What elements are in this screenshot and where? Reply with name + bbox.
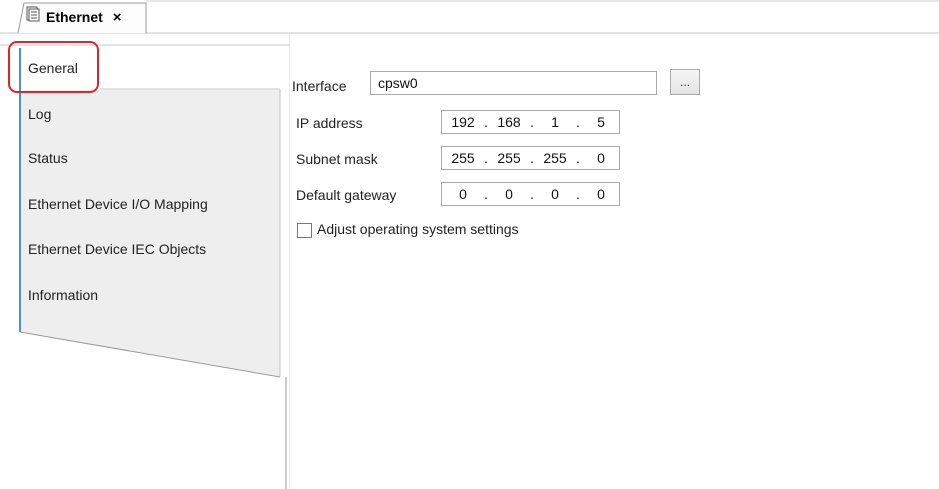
ip-address-field[interactable]: 192. 168. 1. 5 — [441, 110, 620, 134]
tab-iec-objects-label: Ethernet Device IEC Objects — [28, 241, 207, 257]
tab-information-label: Information — [28, 287, 99, 303]
interface-value: cpsw0 — [378, 75, 418, 91]
adjust-os-settings-checkbox[interactable] — [297, 223, 312, 238]
subnet-octet-2: 255 — [497, 150, 521, 166]
subnet-octet-4: 0 — [597, 150, 605, 166]
ip-dot: . — [530, 114, 534, 130]
settings-tab-list: General Log Status Ethernet Device I/O M… — [0, 34, 290, 489]
tab-status[interactable]: Status — [20, 138, 280, 178]
subnet-dot: . — [530, 150, 534, 166]
gateway-octet-1: 0 — [459, 186, 467, 202]
gateway-dot: . — [530, 186, 534, 202]
subnet-mask-field[interactable]: 255. 255. 255. 0 — [441, 146, 620, 170]
ip-address-label: IP address — [296, 115, 363, 131]
tab-information[interactable]: Information — [20, 275, 280, 315]
gateway-octet-2: 0 — [505, 186, 513, 202]
default-gateway-field[interactable]: 0. 0. 0. 0 — [441, 182, 620, 206]
browse-label: ... — [679, 75, 690, 89]
gateway-dot: . — [484, 186, 488, 202]
document-tab-strip: Ethernet × — [0, 0, 939, 34]
tab-io-mapping-label: Ethernet Device I/O Mapping — [28, 196, 208, 212]
gateway-dot: . — [576, 186, 580, 202]
gateway-octet-4: 0 — [597, 186, 605, 202]
tab-log-label: Log — [28, 106, 52, 122]
ip-octet-4: 5 — [597, 114, 605, 130]
close-icon[interactable]: × — [113, 10, 122, 25]
adjust-os-settings-label[interactable]: Adjust operating system settings — [317, 221, 519, 237]
interface-label: Interface — [292, 78, 347, 94]
interface-field[interactable]: cpsw0 — [370, 71, 657, 95]
browse-button[interactable]: ... — [670, 69, 700, 95]
tab-iec-objects[interactable]: Ethernet Device IEC Objects — [20, 229, 280, 269]
default-gateway-label: Default gateway — [296, 187, 397, 203]
ip-octet-2: 168 — [497, 114, 521, 130]
document-icon — [26, 6, 40, 25]
subnet-dot: . — [576, 150, 580, 166]
tab-ethernet[interactable]: Ethernet × — [26, 6, 122, 28]
subnet-dot: . — [484, 150, 488, 166]
tab-log[interactable]: Log — [20, 94, 280, 134]
ip-dot: . — [576, 114, 580, 130]
tab-io-mapping[interactable]: Ethernet Device I/O Mapping — [20, 184, 280, 224]
tab-title: Ethernet — [46, 9, 103, 25]
ip-dot: . — [484, 114, 488, 130]
ip-octet-1: 192 — [451, 114, 475, 130]
gateway-octet-3: 0 — [551, 186, 559, 202]
subnet-mask-label: Subnet mask — [296, 151, 378, 167]
ip-octet-3: 1 — [551, 114, 559, 130]
highlight-box — [8, 41, 99, 93]
tab-strip-frame — [0, 0, 939, 34]
tab-status-label: Status — [28, 150, 68, 166]
subnet-octet-3: 255 — [543, 150, 567, 166]
subnet-octet-1: 255 — [451, 150, 475, 166]
general-settings-panel: Interface cpsw0 ... IP address 192. 168.… — [291, 34, 939, 489]
